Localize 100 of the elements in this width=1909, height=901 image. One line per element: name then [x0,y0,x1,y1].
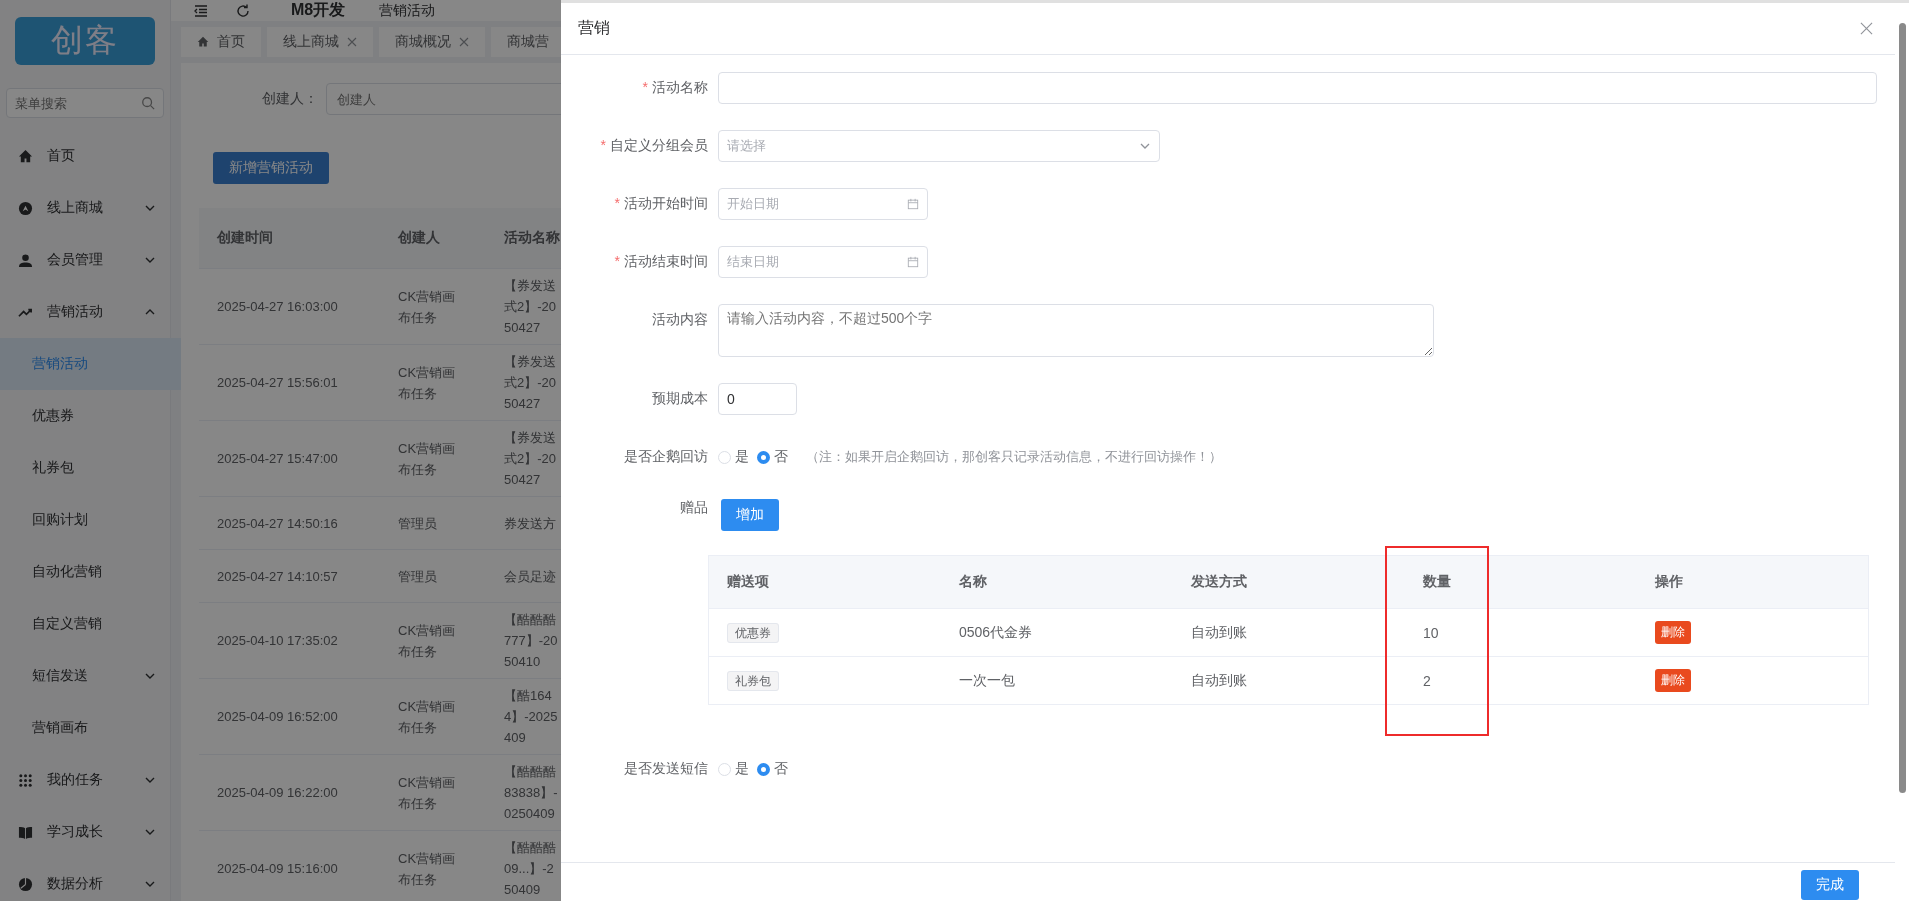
radio-option[interactable]: 是 [718,760,749,778]
table-cell-text: 10 [1422,624,1440,641]
table-cell-line: 409 [504,729,526,747]
submenu-item[interactable]: 营销画布 [0,702,170,754]
column-header: 名称 [958,573,988,591]
field-label: 是否企鹅回访 [624,448,708,466]
menu-item[interactable]: 营销活动 [0,286,170,338]
delete-button[interactable]: 删除 [1655,669,1691,692]
table-cell-line: 式2】-20 [504,298,557,316]
submenu-item[interactable]: 回购计划 [0,494,170,546]
table-cell: 2025-04-09 16:52:00 [199,678,380,755]
column-header: 创建人 [380,208,486,269]
menu-search-field[interactable]: 菜单搜索 [6,88,164,118]
field-label: 赠品 [680,499,708,517]
compass-icon [18,200,33,216]
column-header: 赠送项 [726,573,770,591]
gift-type-tag: 优惠券 [727,622,779,643]
refresh-icon[interactable] [235,2,251,19]
table-cell-text: 自动到账 [1190,671,1248,690]
table-cell: CK营销画布任务 [380,754,486,831]
name-field[interactable] [718,72,1877,104]
table-cell-line: 【酷164 [504,687,552,705]
column-header: 发送方式 [1190,573,1248,591]
close-icon[interactable] [459,37,469,47]
add-gift-button[interactable]: 增加 [721,499,779,531]
table-cell-line: 【酷酷酷 [504,611,556,629]
table-cell-text: 0506代金券 [958,623,1034,642]
table-cell-line: 4】-2025 [504,708,558,726]
table-cell: 管理员 [380,496,486,550]
date-field[interactable]: 结束日期 [718,246,928,278]
filter-label: 创建人： [262,90,318,108]
table-cell-line: 【券发送 [504,429,556,447]
calendar-icon [907,256,919,268]
member-group-select[interactable]: 请选择 [718,130,1160,162]
table-cell-line: 会员足迹 [504,567,556,586]
table-cell: 2025-04-27 14:10:57 [199,549,380,603]
search-icon [141,96,155,110]
close-icon[interactable] [347,37,357,47]
note-text: （注：如果开启企鹅回访，那创客只记录活动信息，不进行回访操作！） [806,448,1222,466]
app-title: M8开发 [291,0,346,20]
cost-field[interactable]: 0 [718,383,797,415]
menu-item[interactable]: 我的任务 [0,754,170,806]
table-cell-line: 券发送方 [504,514,556,533]
date-field[interactable]: 开始日期 [718,188,928,220]
menu-item[interactable]: 学习成长 [0,806,170,858]
content-textarea[interactable]: 请输入活动内容，不超过500个字 [718,304,1434,357]
menu-item[interactable]: 数据分析 [0,858,170,901]
table-cell-text: 自动到账 [1190,623,1248,642]
required-mark: * [614,253,620,269]
submenu-item[interactable]: 自动化营销 [0,546,170,598]
table-cell-line: 【券发送 [504,353,556,371]
table-cell: 2025-04-09 16:22:00 [199,754,380,831]
page-tab[interactable]: 线上商城 [267,27,373,57]
table-cell-line: 【券发送 [504,277,556,295]
submenu-item[interactable]: 礼券包 [0,442,170,494]
close-icon[interactable] [1860,22,1873,35]
submenu-item[interactable]: 短信发送 [0,650,170,702]
table-cell-line: 式2】-20 [504,450,557,468]
table-cell: CK营销画布任务 [380,344,486,421]
home-icon [18,148,33,164]
table-cell: 2025-04-27 15:56:01 [199,344,380,421]
gift-type-tag: 礼券包 [727,670,779,691]
page-title: 营销活动 [379,1,436,20]
scrollbar[interactable] [1899,23,1906,793]
table-cell: 2025-04-10 17:35:02 [199,602,380,679]
logo: 创客 [15,17,155,65]
table-cell-line: 09...】-2 [504,860,554,878]
done-button[interactable]: 完成 [1801,870,1859,900]
delete-button[interactable]: 删除 [1655,621,1691,644]
submenu-item[interactable]: 自定义营销 [0,598,170,650]
page-tab[interactable]: 首页 [181,27,261,57]
radio-option[interactable]: 否 [757,760,788,778]
required-mark: * [614,195,620,211]
table-cell-line: 50410 [504,653,541,671]
grid-icon [18,772,33,788]
radio-option[interactable]: 否 [757,448,788,466]
table-cell: 2025-04-27 16:03:00 [199,268,380,345]
table-cell-line: 式2】-20 [504,374,557,392]
column-header: 操作 [1654,573,1684,591]
book-icon [18,824,33,840]
add-activity-button[interactable]: 新增营销活动 [213,152,329,184]
menu-item[interactable]: 首页 [0,130,170,182]
table-cell: CK营销画布任务 [380,830,486,901]
column-header: 创建时间 [199,208,380,269]
field-label: 活动开始时间 [624,195,708,213]
table-cell-line: 777】-20 [504,632,558,650]
table-cell-line: 【酷酷酷 [504,763,556,781]
menu-item[interactable]: 线上商城 [0,182,170,234]
menu-item[interactable]: 会员管理 [0,234,170,286]
table-cell: CK营销画布任务 [380,602,486,679]
user-icon [18,252,33,268]
table-cell-line: 50427 [504,395,541,413]
table-cell: 2025-04-27 15:47:00 [199,420,380,497]
pie-chart-icon [18,876,33,892]
menu-fold-icon[interactable] [193,2,209,19]
field-label: 自定义分组会员 [610,137,708,155]
drawer-title: 营销 [578,18,610,38]
radio-option[interactable]: 是 [718,448,749,466]
page-tab[interactable]: 商城概况 [379,27,485,57]
submenu-item[interactable]: 优惠券 [0,390,170,442]
